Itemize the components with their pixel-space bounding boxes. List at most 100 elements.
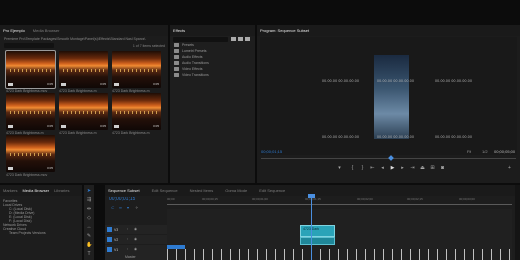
tab-project[interactable]: Pro Ejemplo <box>3 28 25 33</box>
new-bin-icon[interactable] <box>231 37 236 41</box>
tree-item[interactable]: Team Projects Versions <box>3 231 46 235</box>
timeline-scrollbar[interactable] <box>515 185 520 260</box>
extract-icon[interactable]: ⊞ <box>430 166 435 171</box>
program-scrub-bar[interactable] <box>261 155 516 161</box>
selection-tool-icon[interactable]: ➤ <box>86 188 92 194</box>
delete-icon[interactable] <box>245 37 250 41</box>
clip-thumbnail[interactable]: 0:05 <box>6 93 55 130</box>
tab-libraries[interactable]: Libraries <box>54 188 69 193</box>
ruler-label: 00;00;02;00 <box>357 197 373 201</box>
video-clip[interactable] <box>300 237 335 245</box>
tab-sequence[interactable]: Edit Sequence <box>152 188 178 193</box>
track-select-icon[interactable]: ⇶ <box>86 197 92 203</box>
mark-in-icon[interactable]: { <box>350 166 355 171</box>
clip-type-icon <box>114 125 119 128</box>
pen-tool-icon[interactable]: ✎ <box>86 233 92 239</box>
project-panel: Pro Ejemplo Media Browser Premiere Pro\T… <box>0 25 168 183</box>
wrench-icon[interactable]: ✧ <box>135 205 138 210</box>
folder-icon <box>174 67 179 71</box>
add-marker-icon[interactable]: ▾ <box>127 205 129 210</box>
folder-icon <box>174 43 179 47</box>
project-search-input[interactable] <box>4 43 54 48</box>
lock-icon[interactable]: ▫ <box>125 247 130 252</box>
lock-icon[interactable]: ▫ <box>125 237 130 242</box>
slip-tool-icon[interactable]: ↔ <box>86 224 92 230</box>
ripple-edit-icon[interactable]: ⇹ <box>86 206 92 212</box>
time-ruler[interactable]: 00;00 00;00;00;15 00;00;01;00 00;00;01;1… <box>167 196 512 208</box>
tab-sequence[interactable]: Nested Items <box>190 188 214 193</box>
ruler-label: 00;00;01;00 <box>252 197 268 201</box>
go-to-out-icon[interactable]: ⇥ <box>410 166 415 171</box>
folder-icon <box>174 49 179 53</box>
tab-markers[interactable]: Markers <box>3 188 17 193</box>
lift-icon[interactable]: ⏏ <box>420 166 425 171</box>
tab-media-browser[interactable]: Media Browser <box>22 188 49 193</box>
clip-thumbnail[interactable]: 0:05 <box>59 51 108 88</box>
go-to-in-icon[interactable]: ⇤ <box>370 166 375 171</box>
lock-icon[interactable]: ▫ <box>125 227 130 232</box>
playhead-marker[interactable] <box>388 155 394 161</box>
razor-tool-icon[interactable]: ◇ <box>86 215 92 221</box>
eye-icon[interactable]: ◉ <box>133 237 138 242</box>
clip-label: 4723 Dark Brightness.m <box>112 131 150 135</box>
track-area[interactable]: 4723 Dark <box>167 194 512 260</box>
folder-icon <box>174 61 179 65</box>
marker-icon[interactable]: ▾ <box>337 166 342 171</box>
mark-out-icon[interactable]: } <box>360 166 365 171</box>
browser-tabs: Markers Media Browser Libraries <box>0 185 82 196</box>
clip-type-icon <box>8 125 13 128</box>
linked-selection-icon[interactable]: ∞ <box>119 205 122 210</box>
eye-icon[interactable]: ◉ <box>133 227 138 232</box>
clip-thumbnail[interactable]: 0:05 <box>6 135 55 172</box>
work-area-bar[interactable] <box>167 204 512 205</box>
snap-icon[interactable]: ⊂ <box>111 205 114 210</box>
step-back-icon[interactable]: ◂ <box>380 166 385 171</box>
tab-media-browser[interactable]: Media Browser <box>33 28 60 33</box>
track-target-toggle[interactable] <box>107 227 112 232</box>
folder-icon <box>174 55 179 59</box>
clip-thumbnail[interactable]: 0:05 <box>59 93 108 130</box>
settings-icon[interactable]: + <box>507 166 512 171</box>
folder-icon <box>174 73 179 77</box>
camera-icon[interactable]: ◙ <box>440 166 445 171</box>
tab-sequence[interactable]: Ooma Mode <box>225 188 247 193</box>
effects-panel: Effects Presets Lumetri Presets Audio Ef… <box>170 25 255 183</box>
step-forward-icon[interactable]: ▸ <box>400 166 405 171</box>
track-target-toggle[interactable] <box>107 247 112 252</box>
track-target-toggle[interactable] <box>107 237 112 242</box>
clip-thumbnail[interactable]: 0:05 <box>5 50 56 89</box>
track-label: V2 <box>114 238 119 242</box>
eye-icon[interactable]: ◉ <box>133 247 138 252</box>
ruler-label: 00;00;00;15 <box>202 197 218 201</box>
clip-label: 4723 Dark Brightness.mov <box>6 173 48 177</box>
tab-sequence[interactable]: Sequence Subset <box>108 188 140 193</box>
tab-program[interactable]: Program: Sequence Subset <box>260 28 309 33</box>
tab-sequence[interactable]: Edit Sequence <box>259 188 285 193</box>
hand-tool-icon[interactable]: ✋ <box>86 242 92 248</box>
ruler-label: 00;00 <box>167 197 175 201</box>
video-clip[interactable]: 4723 Dark <box>300 225 335 237</box>
project-path: Premiere Pro\Template Packages\Smooth Mo… <box>4 37 146 41</box>
folder-icon[interactable] <box>238 37 243 41</box>
playhead-line[interactable] <box>311 196 312 260</box>
clip-thumbnail[interactable]: 0:05 <box>112 93 161 130</box>
playhead-handle[interactable] <box>308 194 315 198</box>
clip-thumbnail[interactable]: 0:05 <box>112 51 161 88</box>
overlay-text: 00.00.00 00.00.00.00 <box>435 135 473 139</box>
overlay-text: 00.00.00 00.00.00.00 <box>322 79 360 83</box>
effects-tree: Presets Lumetri Presets Audio Effects Au… <box>174 42 209 78</box>
ruler-label: 00;00;02;15 <box>407 197 423 201</box>
playback-resolution[interactable]: 1/2 <box>482 149 488 154</box>
play-icon[interactable]: ▶ <box>390 166 395 171</box>
fit-dropdown[interactable]: Fit <box>467 149 471 154</box>
ruler-label: 00;00;03;00 <box>459 197 475 201</box>
program-timecode[interactable]: 00;00;01;15 <box>261 149 282 154</box>
type-tool-icon[interactable]: T <box>86 251 92 257</box>
timeline-timecode[interactable]: 00;00;01;15 <box>109 197 135 202</box>
effects-folder[interactable]: Video Transitions <box>174 72 209 78</box>
video-preview <box>374 55 409 139</box>
program-tabs: Program: Sequence Subset <box>257 25 520 36</box>
tab-effects[interactable]: Effects <box>173 28 185 33</box>
clip-label: 4723 Dark Brightness.m <box>59 131 97 135</box>
audio-waveform <box>167 249 512 260</box>
